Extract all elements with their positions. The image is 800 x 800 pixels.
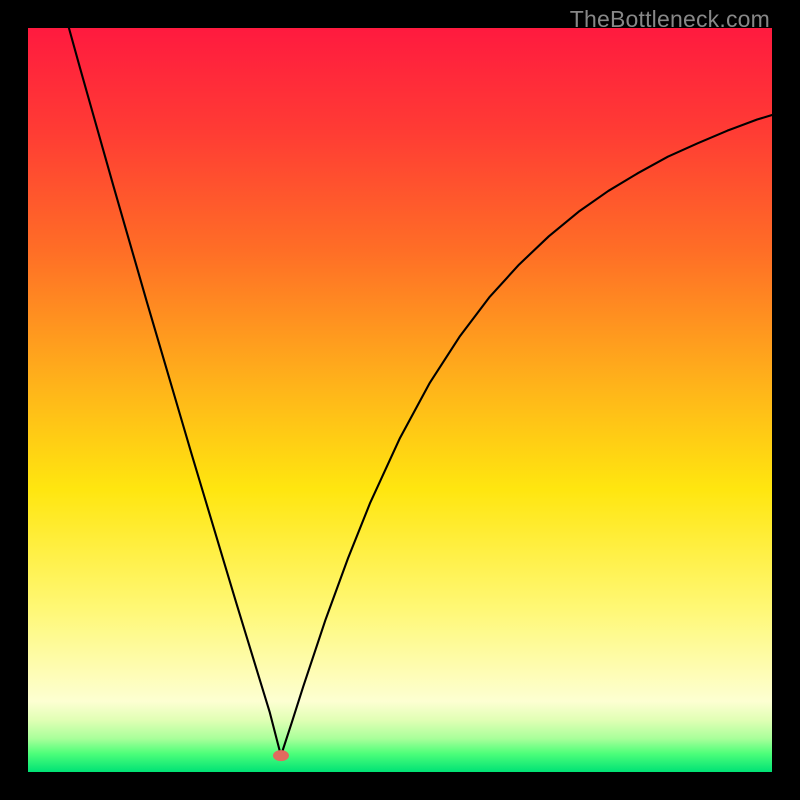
plot-frame <box>28 28 772 772</box>
plot-svg <box>28 28 772 772</box>
gradient-bg <box>28 28 772 772</box>
optimum-marker <box>273 750 289 761</box>
watermark-text: TheBottleneck.com <box>570 6 770 33</box>
